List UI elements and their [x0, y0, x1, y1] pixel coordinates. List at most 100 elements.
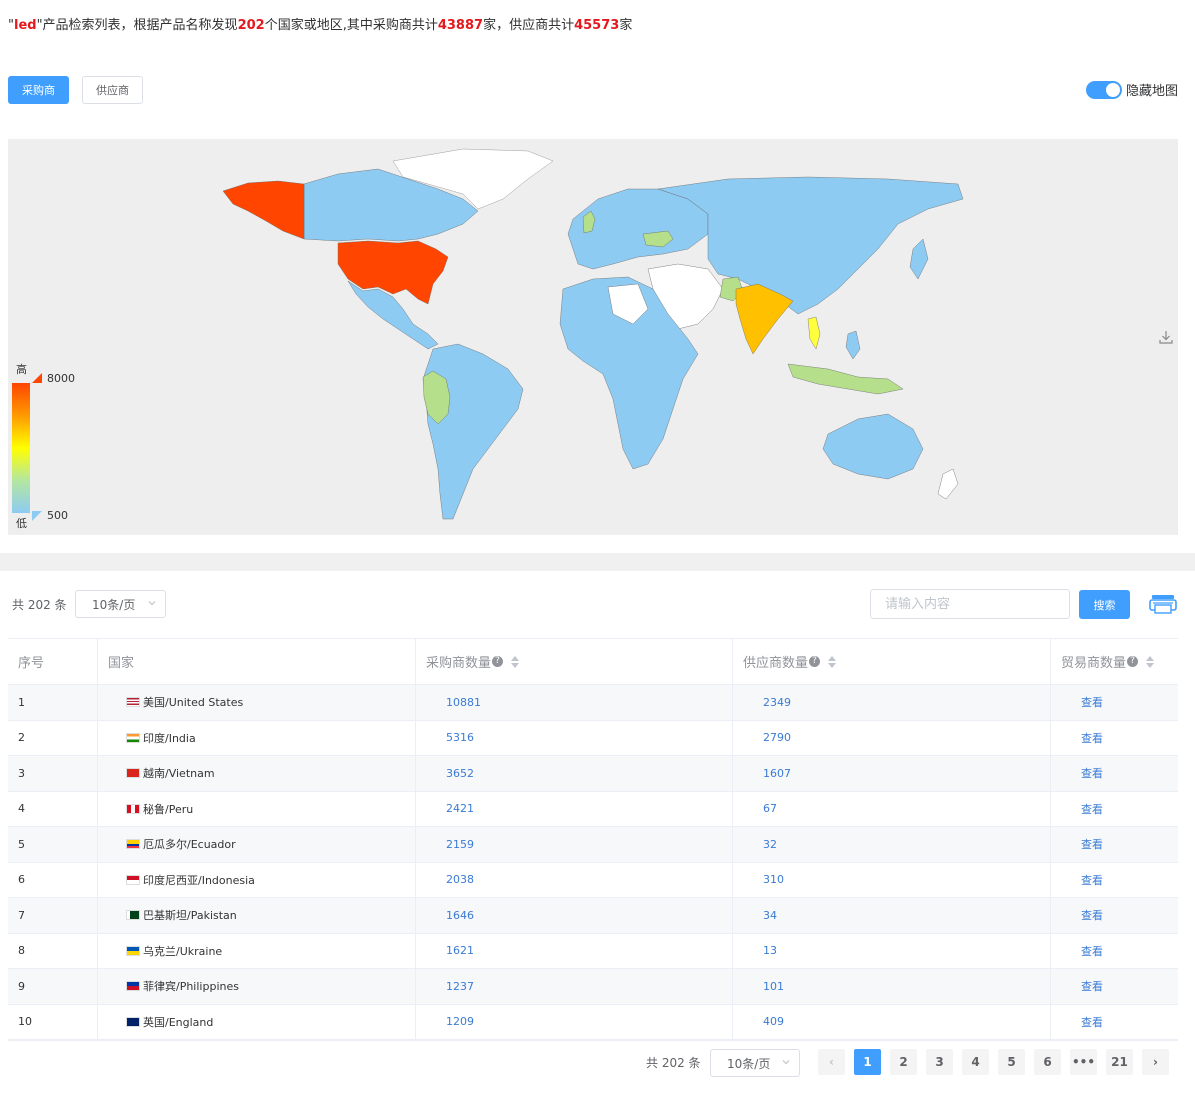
prev-page-button[interactable]: ‹: [818, 1049, 845, 1075]
page-size-select-top[interactable]: 10条/页: [75, 590, 166, 618]
suppliers-link[interactable]: 67: [763, 802, 777, 815]
page-size-value: 10条/页: [727, 1056, 771, 1071]
buyers-link[interactable]: 2159: [446, 838, 474, 851]
view-traders-link[interactable]: 查看: [1081, 1014, 1103, 1030]
suppliers-link[interactable]: 32: [763, 838, 777, 851]
printer-icon[interactable]: [1149, 592, 1177, 616]
legend-max-value: 8000: [47, 372, 75, 385]
flag-icon: [126, 768, 140, 779]
view-traders-link[interactable]: 查看: [1081, 765, 1103, 781]
help-icon[interactable]: ?: [809, 656, 821, 667]
buyer-count: 43887: [437, 18, 484, 33]
row-country: 印度/India: [98, 720, 416, 755]
view-traders-link[interactable]: 查看: [1081, 978, 1103, 994]
map-legend: 高 8000 500 低: [12, 361, 82, 531]
row-buyers: 3652: [416, 756, 733, 791]
country-name: 厄瓜多尔/Ecuador: [143, 838, 236, 852]
buyers-link[interactable]: 1237: [446, 980, 474, 993]
world-map-svg: [222, 148, 964, 520]
vietnam[interactable]: [807, 316, 821, 350]
page-button-21[interactable]: 21: [1106, 1049, 1133, 1075]
new-zealand[interactable]: [937, 468, 959, 500]
search-input[interactable]: [870, 589, 1070, 619]
flag-icon: [126, 874, 140, 885]
page-button-3[interactable]: 3: [926, 1049, 953, 1075]
view-traders-link[interactable]: 查看: [1081, 730, 1103, 746]
suppliers-link[interactable]: 34: [763, 909, 777, 922]
buyers-link[interactable]: 1209: [446, 1015, 474, 1028]
search-button[interactable]: 搜索: [1079, 590, 1130, 619]
peru-ecuador[interactable]: [422, 370, 451, 425]
suppliers-link[interactable]: 101: [763, 980, 784, 993]
view-traders-link[interactable]: 查看: [1081, 801, 1103, 817]
row-traders: 查看: [1051, 1005, 1178, 1040]
summary-text-2: 个国家或地区,其中采购商共计: [264, 18, 438, 33]
suppliers-link[interactable]: 2790: [763, 731, 791, 744]
suppliers-tab-button[interactable]: 供应商: [82, 76, 143, 104]
help-icon[interactable]: ?: [492, 656, 504, 667]
row-country: 厄瓜多尔/Ecuador: [98, 827, 416, 862]
row-suppliers: 409: [733, 1004, 1051, 1039]
toggle-knob: [1106, 82, 1120, 97]
header-traders[interactable]: 贸易商数量?: [1051, 639, 1178, 684]
view-traders-link[interactable]: 查看: [1081, 907, 1103, 923]
sort-icon[interactable]: [511, 655, 520, 668]
more-pages-button[interactable]: •••: [1070, 1049, 1097, 1075]
summary-text-3: 家，供应商共计: [483, 18, 575, 33]
page-button-6[interactable]: 6: [1034, 1049, 1061, 1075]
flag-icon: [126, 1016, 140, 1027]
suppliers-link[interactable]: 13: [763, 944, 777, 957]
indonesia[interactable]: [787, 363, 904, 395]
flag-icon: [126, 732, 140, 743]
country-name: 英国/England: [143, 1015, 214, 1029]
page-button-4[interactable]: 4: [962, 1049, 989, 1075]
page-size-select-bottom[interactable]: 10条/页: [710, 1049, 800, 1077]
page-button-1[interactable]: 1: [854, 1049, 881, 1075]
suppliers-link[interactable]: 310: [763, 873, 784, 886]
sort-icon[interactable]: [1146, 655, 1155, 668]
view-traders-link[interactable]: 查看: [1081, 872, 1103, 888]
legend-high-label: 高: [16, 363, 27, 376]
sort-icon[interactable]: [828, 655, 837, 668]
buyers-link[interactable]: 3652: [446, 767, 474, 780]
usa[interactable]: [337, 240, 449, 305]
buyers-link[interactable]: 1646: [446, 909, 474, 922]
view-traders-link[interactable]: 查看: [1081, 836, 1103, 852]
buyers-link[interactable]: 2038: [446, 873, 474, 886]
row-country: 印度尼西亚/Indonesia: [98, 862, 416, 897]
header-buyers[interactable]: 采购商数量?: [416, 639, 733, 684]
page-button-2[interactable]: 2: [890, 1049, 917, 1075]
view-traders-link[interactable]: 查看: [1081, 943, 1103, 959]
legend-max-handle[interactable]: [32, 373, 42, 383]
country-name: 印度/India: [143, 731, 196, 745]
table-row: 10 英国/England 1209 409 查看: [8, 1004, 1178, 1040]
buyers-tab-button[interactable]: 采购商: [8, 76, 69, 104]
australia[interactable]: [822, 413, 924, 480]
buyers-link[interactable]: 2421: [446, 802, 474, 815]
flag-icon: [126, 803, 140, 814]
alaska[interactable]: [222, 180, 305, 240]
table-row: 1 美国/United States 10881 2349 查看: [8, 685, 1178, 721]
buyers-link[interactable]: 1621: [446, 944, 474, 957]
row-index: 1: [8, 685, 98, 720]
south-america[interactable]: [422, 343, 524, 520]
suppliers-link[interactable]: 2349: [763, 696, 791, 709]
page-button-5[interactable]: 5: [998, 1049, 1025, 1075]
world-map[interactable]: 高 8000 500 低: [8, 139, 1178, 535]
header-suppliers[interactable]: 供应商数量?: [733, 639, 1051, 684]
next-page-button[interactable]: ›: [1142, 1049, 1169, 1075]
hide-map-toggle[interactable]: 隐藏地图: [1086, 80, 1178, 99]
download-icon[interactable]: [1158, 329, 1174, 345]
legend-min-handle[interactable]: [32, 511, 42, 521]
philippines[interactable]: [845, 330, 861, 360]
country-name: 菲律宾/Philippines: [143, 980, 239, 994]
help-icon[interactable]: ?: [1127, 656, 1139, 667]
view-traders-link[interactable]: 查看: [1081, 694, 1103, 710]
buyers-link[interactable]: 10881: [446, 696, 481, 709]
japan[interactable]: [909, 238, 929, 280]
row-country: 美国/United States: [98, 685, 416, 720]
toggle-switch[interactable]: [1086, 80, 1122, 99]
suppliers-link[interactable]: 1607: [763, 767, 791, 780]
buyers-link[interactable]: 5316: [446, 731, 474, 744]
suppliers-link[interactable]: 409: [763, 1015, 784, 1028]
